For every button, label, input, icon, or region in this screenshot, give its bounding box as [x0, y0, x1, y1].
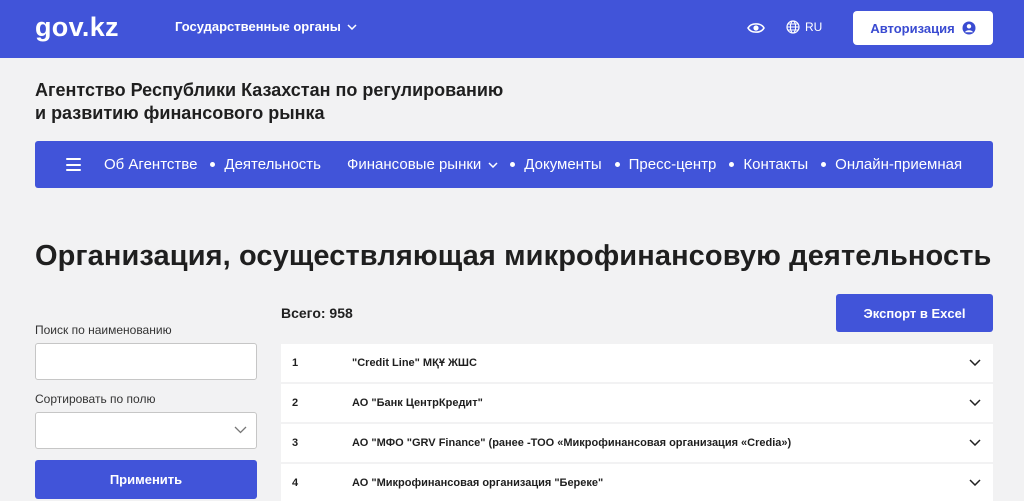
- list-item-name: АО "Микрофинансовая организация "Береке": [352, 477, 604, 489]
- government-bodies-label: Государственные органы: [175, 19, 341, 34]
- chevron-down-icon: [488, 161, 498, 168]
- gov-kz-logo[interactable]: gov.kz: [35, 12, 119, 43]
- list-item[interactable]: 2 АО "Банк ЦентрКредит": [281, 384, 993, 422]
- user-icon: [962, 21, 976, 35]
- list-item-number: 4: [292, 477, 299, 489]
- agency-title-line-1: Агентство Республики Казахстан по регули…: [35, 80, 504, 100]
- list-item-number: 3: [292, 437, 299, 449]
- export-excel-button[interactable]: Экспорт в Excel: [836, 294, 993, 332]
- agency-title: Агентство Республики Казахстан по регули…: [35, 79, 555, 125]
- nav-separator-dot: [729, 162, 735, 167]
- nav-item-about[interactable]: Об Агентстве: [104, 156, 197, 173]
- chevron-down-icon: [234, 426, 247, 434]
- login-button[interactable]: Авторизация: [853, 11, 993, 45]
- chevron-down-icon: [969, 479, 981, 486]
- list-item[interactable]: 4 АО "Микрофинансовая организация "Берек…: [281, 464, 993, 501]
- nav-item-financial-markets[interactable]: Финансовые рынки: [347, 156, 498, 173]
- list-item-number: 1: [292, 357, 299, 369]
- top-bar: gov.kz Государственные органы RU Авториз…: [0, 0, 1024, 58]
- nav-item-online-reception[interactable]: Онлайн-приемная: [835, 156, 962, 173]
- total-count: Всего: 958: [281, 305, 353, 321]
- list-item-name: АО "Банк ЦентрКредит": [352, 397, 483, 409]
- login-button-label: Авторизация: [870, 20, 955, 36]
- sort-select[interactable]: [35, 412, 257, 449]
- hamburger-menu-icon[interactable]: [66, 158, 81, 171]
- list-item-number: 2: [292, 397, 299, 409]
- search-input[interactable]: [35, 343, 257, 380]
- nav-separator-dot: [821, 162, 827, 167]
- chevron-down-icon: [347, 23, 357, 30]
- page-title: Организация, осуществляющая микрофинансо…: [35, 240, 992, 272]
- organizations-list: 1 "Credit Line" МҚҰ ЖШС 2 АО "Банк Центр…: [281, 344, 993, 501]
- nav-item-documents[interactable]: Документы: [524, 156, 601, 173]
- nav-item-contacts[interactable]: Контакты: [743, 156, 808, 173]
- sort-label: Сортировать по полю: [35, 392, 156, 406]
- list-item-name: "Credit Line" МҚҰ ЖШС: [352, 357, 477, 369]
- chevron-down-icon: [969, 359, 981, 366]
- globe-icon: [786, 20, 800, 34]
- list-item-name: АО "МФО "GRV Finance" (ранее -ТОО «Микро…: [352, 437, 792, 449]
- government-bodies-menu[interactable]: Государственные органы: [175, 19, 357, 34]
- list-item[interactable]: 3 АО "МФО "GRV Finance" (ранее -ТОО «Мик…: [281, 424, 993, 462]
- nav-item-press-center[interactable]: Пресс-центр: [629, 156, 717, 173]
- nav-separator-dot: [614, 162, 620, 167]
- nav-item-activity[interactable]: Деятельность: [224, 156, 321, 173]
- eye-icon[interactable]: [747, 19, 765, 37]
- main-navigation: Об Агентстве Деятельность Финансовые рын…: [35, 141, 993, 188]
- agency-title-line-2: и развитию финансового рынка: [35, 103, 325, 123]
- chevron-down-icon: [969, 399, 981, 406]
- search-label: Поиск по наименованию: [35, 323, 172, 337]
- nav-separator-dot: [510, 162, 516, 167]
- list-item[interactable]: 1 "Credit Line" МҚҰ ЖШС: [281, 344, 993, 382]
- nav-item-financial-markets-label: Финансовые рынки: [346, 156, 482, 173]
- language-label: RU: [805, 20, 823, 34]
- language-switcher[interactable]: RU: [786, 20, 822, 34]
- nav-separator-dot: [210, 162, 216, 167]
- apply-button[interactable]: Применить: [35, 460, 257, 499]
- chevron-down-icon: [969, 439, 981, 446]
